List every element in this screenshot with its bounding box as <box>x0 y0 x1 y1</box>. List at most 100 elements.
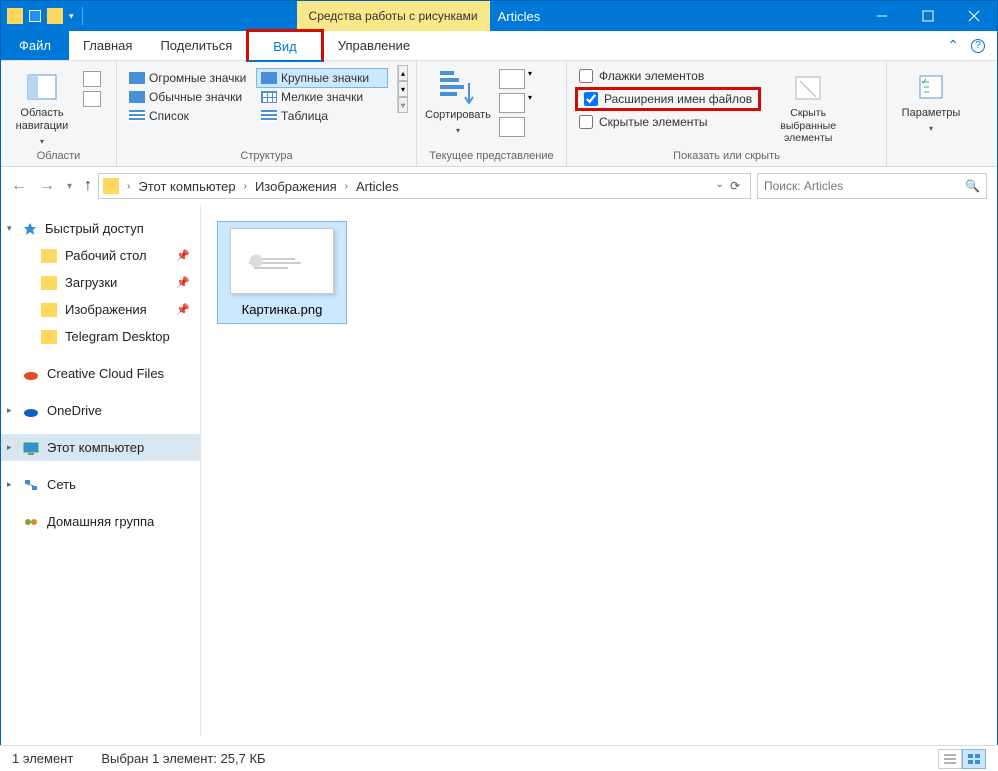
layout-gallery-scroll[interactable]: ▴ ▾ ▿ <box>397 65 408 113</box>
file-item[interactable]: Картинка.png <box>217 221 347 324</box>
options-label: Параметры <box>902 107 961 120</box>
breadcrumb-seg-1[interactable]: Изображения <box>251 179 341 194</box>
recent-locations-icon[interactable]: ▾ <box>67 181 72 192</box>
up-button[interactable]: ↑ <box>84 177 92 195</box>
chevron-down-icon[interactable]: ▾ <box>7 223 12 234</box>
group-current-view-label: Текущее представление <box>425 148 558 162</box>
sidebar-downloads-label: Загрузки <box>65 275 117 290</box>
folder-icon <box>41 330 57 344</box>
sidebar-desktop[interactable]: Рабочий стол📌 <box>1 242 200 269</box>
scroll-down-icon[interactable]: ▾ <box>398 81 408 97</box>
group-options: Параметры ▾ <box>887 61 975 166</box>
chevron-down-icon: ▾ <box>456 126 460 135</box>
nav-buttons: ← → ▾ ↑ <box>11 177 92 195</box>
close-button[interactable] <box>951 1 997 31</box>
group-by-button[interactable] <box>499 69 525 89</box>
layout-list[interactable]: Список <box>125 107 255 125</box>
scroll-up-icon[interactable]: ▴ <box>398 65 408 81</box>
title-bar: ▾ Средства работы с рисунками Articles <box>1 1 997 31</box>
search-icon: 🔍 <box>965 179 980 193</box>
tab-home[interactable]: Главная <box>69 31 146 60</box>
layout-normal-icons[interactable]: Обычные значки <box>125 88 255 106</box>
breadcrumb-dropdown-icon[interactable]: ⌄ <box>716 179 724 193</box>
item-checkboxes-toggle[interactable]: Флажки элементов <box>579 69 757 83</box>
folder-icon <box>41 303 57 317</box>
sidebar-downloads[interactable]: Загрузки📌 <box>1 269 200 296</box>
tab-file[interactable]: Файл <box>1 31 69 60</box>
chevron-down-icon: ▾ <box>528 69 532 89</box>
sidebar-quick-access[interactable]: ▾ Быстрый доступ <box>1 215 200 242</box>
nav-pane-label: Область навигации <box>9 107 75 133</box>
breadcrumb[interactable]: › Этот компьютер › Изображения › Article… <box>98 173 751 199</box>
tab-manage[interactable]: Управление <box>324 31 424 60</box>
network-icon <box>23 478 39 492</box>
breadcrumb-seg-2[interactable]: Articles <box>352 179 403 194</box>
homegroup-icon <box>23 515 39 529</box>
breadcrumb-seg-0[interactable]: Этот компьютер <box>134 179 239 194</box>
chevron-right-icon[interactable]: ▸ <box>7 442 12 453</box>
forward-button[interactable]: → <box>39 177 55 195</box>
options-button[interactable]: Параметры ▾ <box>898 65 964 133</box>
nav-pane-button[interactable]: Область навигации ▾ <box>9 65 75 146</box>
layout-table[interactable]: Таблица <box>257 107 387 125</box>
size-columns-button[interactable] <box>499 117 525 137</box>
hide-selected-button[interactable]: Скрыть выбранные элементы <box>769 65 847 145</box>
item-checkboxes-label: Флажки элементов <box>599 69 704 83</box>
preview-pane-toggle[interactable] <box>83 71 101 87</box>
folder-icon <box>41 276 57 290</box>
chevron-down-icon: ▾ <box>528 93 532 113</box>
layout-large-icons[interactable]: Крупные значки <box>257 69 387 87</box>
sidebar-homegroup[interactable]: Домашняя группа <box>1 508 200 535</box>
details-view-button[interactable] <box>938 749 962 769</box>
layout-gallery: Огромные значки Крупные значки Обычные з… <box>125 65 387 125</box>
pin-icon: 📌 <box>176 303 190 316</box>
tab-share[interactable]: Поделиться <box>146 31 246 60</box>
help-icon[interactable]: ? <box>971 39 985 53</box>
add-columns-button[interactable] <box>499 93 525 113</box>
sort-icon <box>440 71 476 105</box>
sidebar-pictures[interactable]: Изображения 📌 <box>1 296 200 323</box>
file-extensions-toggle[interactable]: Расширения имен файлов <box>575 87 761 111</box>
qat-dropdown-icon[interactable]: ▾ <box>69 11 74 22</box>
sidebar-creative-cloud[interactable]: Creative Cloud Files <box>1 360 200 387</box>
refresh-icon[interactable]: ⟳ <box>730 179 740 193</box>
chevron-right-icon[interactable]: ▸ <box>7 405 12 416</box>
chevron-down-icon: ▾ <box>40 137 44 146</box>
sort-label: Сортировать <box>425 109 491 122</box>
chevron-right-icon[interactable]: › <box>343 181 350 192</box>
sidebar-pictures-label: Изображения <box>65 302 147 317</box>
sidebar-telegram[interactable]: Telegram Desktop <box>1 323 200 350</box>
gallery-expand-icon[interactable]: ▿ <box>398 97 408 113</box>
tab-view[interactable]: Вид <box>246 29 324 62</box>
minimize-button[interactable] <box>859 1 905 31</box>
layout-huge-icons[interactable]: Огромные значки <box>125 69 255 87</box>
file-thumbnail <box>230 228 334 294</box>
properties-icon[interactable] <box>29 10 41 22</box>
sidebar-onedrive[interactable]: ▸ OneDrive <box>1 397 200 424</box>
layout-huge-label: Огромные значки <box>149 71 246 85</box>
ribbon-tab-strip: Файл Главная Поделиться Вид Управление ⌃… <box>1 31 997 61</box>
hidden-items-label: Скрытые элементы <box>599 115 708 129</box>
sort-button[interactable]: Сортировать ▾ <box>425 65 491 135</box>
context-tab-title: Средства работы с рисунками <box>297 1 490 31</box>
group-show-hide: Флажки элементов Расширения имен файлов … <box>567 61 887 166</box>
layout-small-icons[interactable]: Мелкие значки <box>257 88 387 106</box>
ribbon-body: Область навигации ▾ Области Огромные зна… <box>1 61 997 167</box>
file-list[interactable]: Картинка.png <box>201 205 997 735</box>
status-bar: 1 элемент Выбран 1 элемент: 25,7 КБ <box>0 745 998 771</box>
chevron-right-icon[interactable]: ▸ <box>7 479 12 490</box>
hide-selected-label: Скрыть выбранные элементы <box>769 107 847 145</box>
sidebar-network-label: Сеть <box>47 477 76 492</box>
chevron-right-icon[interactable]: › <box>242 181 249 192</box>
sidebar-this-pc[interactable]: ▸ Этот компьютер <box>1 434 200 461</box>
icons-view-button[interactable] <box>962 749 986 769</box>
address-row: ← → ▾ ↑ › Этот компьютер › Изображения ›… <box>1 167 997 205</box>
hidden-items-toggle[interactable]: Скрытые элементы <box>579 115 757 129</box>
sidebar-network[interactable]: ▸ Сеть <box>1 471 200 498</box>
collapse-ribbon-icon[interactable]: ⌃ <box>947 37 959 54</box>
search-input[interactable]: Поиск: Articles 🔍 <box>757 173 987 199</box>
details-pane-toggle[interactable] <box>83 91 101 107</box>
back-button[interactable]: ← <box>11 177 27 195</box>
maximize-button[interactable] <box>905 1 951 31</box>
chevron-right-icon[interactable]: › <box>125 181 132 192</box>
